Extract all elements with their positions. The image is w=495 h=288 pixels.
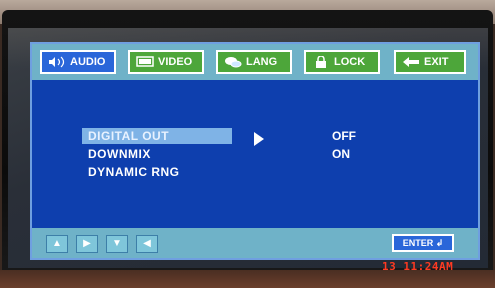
camera-timestamp: 13 11:24AM xyxy=(382,260,454,273)
menu-item-downmix[interactable]: DOWNMIX xyxy=(88,146,151,162)
tab-lock[interactable]: LOCK xyxy=(304,50,380,74)
tab-lang-label: LANG xyxy=(246,56,278,68)
lock-icon xyxy=(312,56,330,68)
tab-lang[interactable]: LANG xyxy=(216,50,292,74)
return-arrow-icon: ↲ xyxy=(435,238,444,248)
tab-video[interactable]: VIDEO xyxy=(128,50,204,74)
menu-item-digital-out[interactable]: DIGITAL OUT xyxy=(82,128,232,144)
right-arrow-icon[interactable]: ▶ xyxy=(76,235,98,253)
up-arrow-icon[interactable]: ▲ xyxy=(46,235,68,253)
menu-item-label: DOWNMIX xyxy=(88,147,151,161)
osd-setup-menu: AUDIO VIDEO LANG LOCK EXIT DIGITAL OUT O… xyxy=(30,42,480,260)
exit-arrow-icon xyxy=(402,56,420,68)
menu-item-label: DYNAMIC RNG xyxy=(88,165,180,179)
tab-lock-label: LOCK xyxy=(334,56,366,68)
menu-item-label: DIGITAL OUT xyxy=(88,129,170,143)
monitor-icon xyxy=(136,56,154,68)
menu-content: DIGITAL OUT OFF DOWNMIX ON DYNAMIC RNG xyxy=(32,80,478,226)
tab-exit-label: EXIT xyxy=(424,56,449,68)
left-arrow-icon[interactable]: ◀ xyxy=(136,235,158,253)
tab-exit[interactable]: EXIT xyxy=(394,50,466,74)
language-icon xyxy=(224,56,242,68)
tab-audio-label: AUDIO xyxy=(70,56,106,68)
tab-video-label: VIDEO xyxy=(158,56,193,68)
menu-value-downmix: ON xyxy=(332,147,350,161)
enter-button[interactable]: ENTER ↲ xyxy=(392,234,454,252)
submenu-arrow-icon xyxy=(254,132,264,146)
menu-item-dynamic-rng[interactable]: DYNAMIC RNG xyxy=(88,164,180,180)
menu-value-digital-out: OFF xyxy=(332,129,356,143)
enter-label: ENTER xyxy=(402,238,434,248)
tab-bar: AUDIO VIDEO LANG LOCK EXIT xyxy=(32,44,478,80)
down-arrow-icon[interactable]: ▼ xyxy=(106,235,128,253)
tab-audio[interactable]: AUDIO xyxy=(40,50,116,74)
speaker-icon xyxy=(48,56,66,68)
bottom-bar: ▲ ▶ ▼ ◀ ENTER ↲ xyxy=(32,228,478,258)
